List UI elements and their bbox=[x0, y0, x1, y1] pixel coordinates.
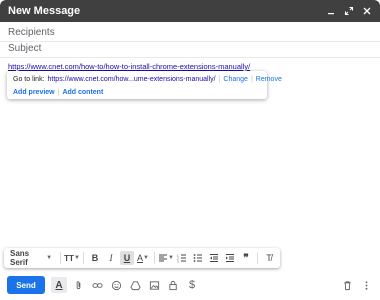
insert-drive-button[interactable] bbox=[127, 277, 143, 293]
window-title: New Message bbox=[8, 5, 81, 17]
divider: | bbox=[218, 75, 221, 83]
numbered-list-button[interactable]: 123 bbox=[175, 251, 189, 265]
text-size-icon: TT bbox=[64, 253, 74, 263]
italic-icon: I bbox=[109, 253, 113, 263]
text-color-button[interactable]: A ▼ bbox=[136, 251, 150, 265]
confidential-mode-button[interactable] bbox=[165, 277, 181, 293]
change-link-button[interactable]: Change bbox=[223, 76, 248, 83]
discard-draft-button[interactable] bbox=[339, 277, 355, 293]
insert-link-button[interactable] bbox=[89, 277, 105, 293]
close-icon[interactable] bbox=[362, 6, 372, 16]
expand-icon[interactable] bbox=[344, 6, 354, 16]
bulleted-list-button[interactable] bbox=[191, 251, 205, 265]
indent-more-button[interactable] bbox=[223, 251, 237, 265]
formatting-options-button[interactable]: A bbox=[51, 277, 67, 293]
right-actions bbox=[336, 277, 380, 293]
drive-icon bbox=[129, 280, 141, 290]
compose-titlebar: New Message bbox=[0, 0, 380, 22]
insert-photo-button[interactable] bbox=[146, 277, 162, 293]
svg-text:3: 3 bbox=[177, 260, 179, 264]
subject-placeholder: Subject bbox=[8, 43, 42, 54]
lock-clock-icon bbox=[168, 280, 177, 290]
underline-button[interactable]: U bbox=[119, 251, 134, 265]
minimize-icon[interactable] bbox=[326, 6, 336, 16]
more-vert-icon bbox=[365, 280, 367, 290]
chevron-down-icon: ▼ bbox=[46, 255, 53, 261]
formatting-toolbar: Sans Serif ▼ TT ▼ B I U A ▼ ▼ 123 ❞ T̸ bbox=[4, 248, 280, 268]
font-size-button[interactable]: TT ▼ bbox=[64, 251, 80, 265]
image-icon bbox=[149, 280, 159, 290]
paperclip-icon bbox=[76, 280, 80, 289]
remove-formatting-button[interactable]: T̸ bbox=[262, 251, 276, 265]
clear-format-icon: T̸ bbox=[266, 253, 272, 263]
subject-field[interactable]: Subject bbox=[0, 40, 380, 58]
divider bbox=[83, 252, 84, 264]
chevron-down-icon: ▼ bbox=[73, 255, 80, 261]
align-button[interactable]: ▼ bbox=[158, 251, 174, 265]
underline-icon: U bbox=[123, 253, 131, 263]
quote-icon: ❞ bbox=[243, 252, 249, 264]
divider bbox=[153, 252, 155, 264]
recipients-placeholder: Recipients bbox=[8, 27, 55, 38]
insert-emoji-button[interactable] bbox=[108, 277, 124, 293]
text-format-icon: A bbox=[55, 279, 63, 291]
link-icon bbox=[91, 282, 103, 288]
numbered-list-icon: 123 bbox=[177, 253, 187, 263]
add-preview-button[interactable]: Add preview bbox=[13, 89, 55, 96]
divider bbox=[60, 252, 61, 264]
insert-signature-button[interactable]: $ bbox=[184, 277, 200, 293]
go-to-link-label: Go to link: bbox=[13, 75, 45, 83]
divider bbox=[257, 252, 258, 264]
align-icon bbox=[158, 253, 168, 263]
link-popup: Go to link: https://www.cnet.com/how...u… bbox=[7, 71, 282, 99]
quote-button[interactable]: ❞ bbox=[239, 251, 253, 265]
chevron-down-icon: ▼ bbox=[142, 255, 149, 261]
dollar-icon: $ bbox=[188, 279, 196, 291]
font-family-label: Sans Serif bbox=[10, 249, 30, 267]
send-button[interactable]: Send bbox=[7, 276, 45, 294]
bold-icon: B bbox=[91, 253, 99, 263]
bold-button[interactable]: B bbox=[88, 251, 102, 265]
emoji-icon bbox=[111, 280, 121, 290]
italic-button[interactable]: I bbox=[104, 251, 118, 265]
add-content-button[interactable]: Add content bbox=[62, 89, 103, 96]
indent-more-icon bbox=[225, 253, 235, 263]
compose-bottom-bar: Send A $ bbox=[0, 274, 380, 296]
trash-icon bbox=[343, 280, 351, 290]
divider: | bbox=[57, 89, 60, 96]
indent-less-button[interactable] bbox=[207, 251, 221, 265]
popup-link-url[interactable]: https://www.cnet.com/how...ume-extension… bbox=[48, 76, 216, 83]
body-link[interactable]: https://www.cnet.com/how-to/how-to-insta… bbox=[8, 62, 250, 71]
window-controls bbox=[326, 6, 372, 16]
remove-link-button[interactable]: Remove bbox=[256, 76, 282, 83]
indent-less-icon bbox=[209, 253, 219, 263]
chevron-down-icon: ▼ bbox=[167, 255, 174, 261]
more-options-button[interactable] bbox=[358, 277, 374, 293]
bulleted-list-icon bbox=[193, 253, 203, 263]
font-family-select[interactable]: Sans Serif ▼ bbox=[8, 249, 56, 267]
attach-files-button[interactable] bbox=[70, 277, 86, 293]
divider: | bbox=[250, 75, 253, 83]
